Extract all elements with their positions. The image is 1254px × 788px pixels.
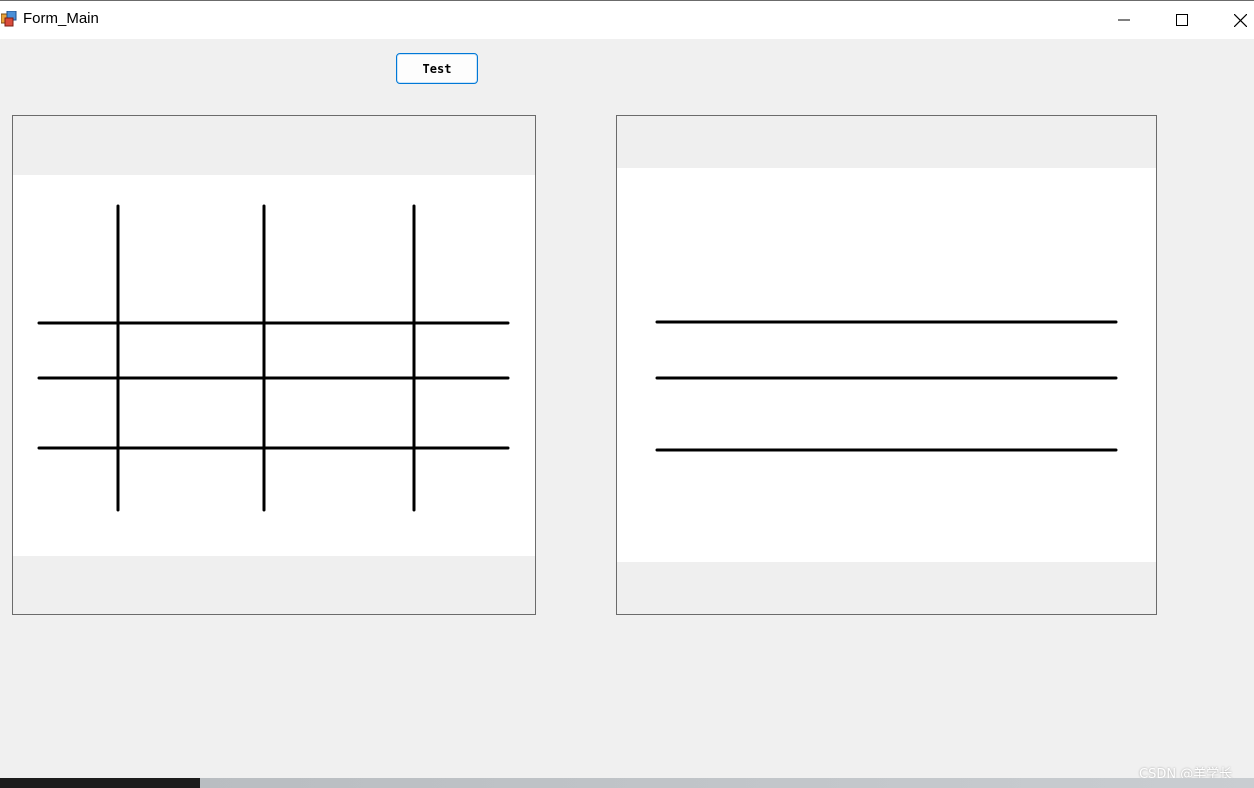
title-bar: Form_Main [0, 0, 1254, 39]
maximize-icon [1176, 14, 1188, 26]
minimize-icon [1118, 19, 1130, 21]
left-picture-box [12, 115, 536, 615]
window-title: Form_Main [23, 10, 99, 27]
close-icon [1233, 13, 1247, 27]
minimize-button[interactable] [1095, 1, 1153, 39]
lines-drawing [617, 168, 1156, 562]
app-icon [1, 11, 17, 27]
maximize-button[interactable] [1153, 1, 1211, 39]
grid-drawing [13, 175, 535, 556]
right-picture-box [616, 115, 1157, 615]
close-button[interactable] [1211, 1, 1254, 39]
test-button[interactable]: Test [396, 53, 478, 84]
taskbar-strip [0, 778, 1254, 788]
